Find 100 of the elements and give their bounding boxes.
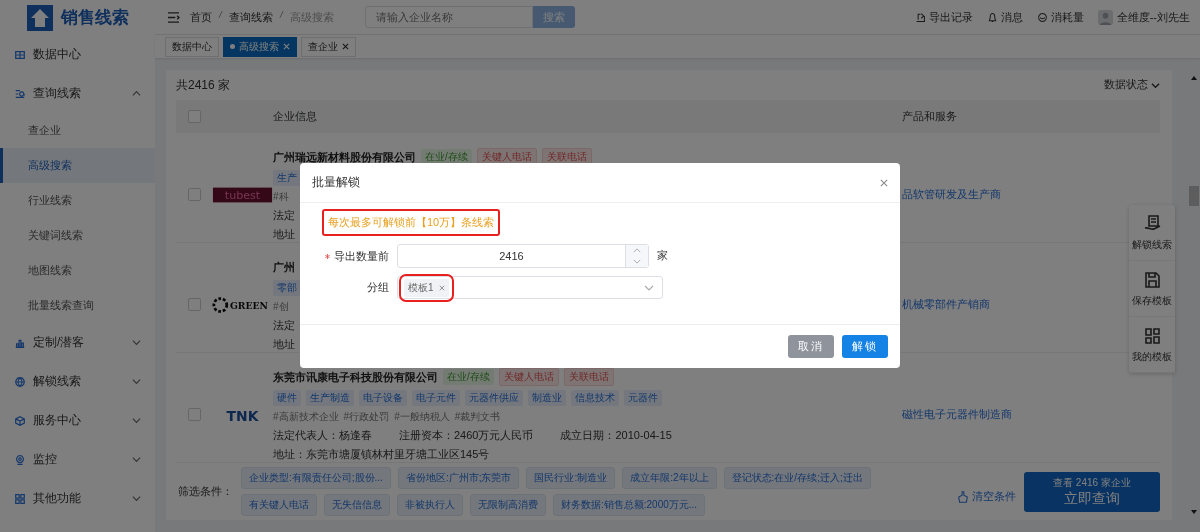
filter-chip[interactable]: 登记状态:在业/存续;迁入;迁出 [723,467,871,489]
filter-chip[interactable]: 无限制高消费 [470,494,546,516]
chevron-icon [1151,80,1160,90]
industry-tag: 元器件 [624,389,662,406]
column-header: 企业信息 [273,109,318,124]
toolbar-link[interactable]: 消耗量 [1036,9,1084,25]
sidebar-item[interactable]: 其他功能 [0,479,155,518]
filter-chip[interactable]: 财务数据:销售总额:2000万元... [553,494,706,516]
side-panel-button[interactable]: 保存模板 [1129,261,1175,317]
sidebar-subitem[interactable]: 查企业 [0,113,155,148]
company-name[interactable]: 东莞市讯康电子科技股份有限公司 [273,369,438,385]
globe-icon [14,375,26,388]
side-panel-button[interactable]: 我的模板 [1129,317,1175,373]
industry-tag: 生产 [273,169,301,186]
number-field[interactable]: 2416 [397,244,649,268]
sidebar-subitem[interactable]: 关键词线索 [0,218,155,253]
required-icon [325,253,330,259]
select-field[interactable]: 模板1 [397,276,663,299]
company-detail: 法定 [273,318,295,333]
sidebar-item[interactable]: 监控 [0,440,155,479]
sidebar-subitem[interactable]: 高级搜索 [0,148,155,183]
company-name[interactable]: 广州瑞远新材料股份有限公司 [273,149,416,165]
filter-chip[interactable]: 成立年限:2年以上 [622,467,717,489]
company-detail: 成立日期：2010-04-15 [560,428,672,443]
export-icon [914,11,926,23]
query-button[interactable]: 查看 2416 家企业 立即查询 [1024,471,1160,512]
sidebar-subitem[interactable]: 行业线索 [0,183,155,218]
menu-icon[interactable] [167,11,180,23]
remove-icon[interactable] [438,284,445,291]
company-address: 地址：东莞市塘厦镇林村里牙塘工业区145号 [273,447,490,462]
result-count: 共2416 家 [176,76,231,94]
cube-icon [14,414,26,427]
chevron-icon [132,494,141,503]
close-icon[interactable] [880,178,888,187]
field-label: 导出数量前 [334,248,389,264]
filter-chip[interactable]: 非被执行人 [397,494,463,516]
apps-icon [1142,325,1162,346]
product-text: 品软管研发及生产商 [902,188,1001,200]
filter-chip[interactable]: 企业类型:有限责任公司;股份... [241,467,391,489]
breadcrumb-link[interactable]: 首页 [190,9,212,25]
company-name[interactable]: 广州 [273,259,295,275]
chevron-icon [132,338,141,347]
webcam-icon [14,453,26,466]
breadcrumb-separator-icon [279,9,284,19]
sidebar-item[interactable]: 服务中心 [0,401,155,440]
checkbox[interactable] [187,408,201,421]
sidebar-item[interactable]: 定制/潜客 [0,323,155,362]
industry-tag: 元器件供应 [465,389,523,406]
sidebar-subitem[interactable]: 地图线索 [0,253,155,288]
toolbar-link[interactable]: 消息 [986,9,1023,25]
tab[interactable]: 高级搜索 [223,36,297,57]
filter-chip[interactable]: 国民行业:制造业 [526,467,616,489]
chevron-icon [132,416,141,425]
filter-chip[interactable]: 省份地区:广州市;东莞市 [397,467,520,489]
industry-tag: 零部 [273,279,301,296]
notice-text: 每次最多可解锁前【10万】条线索 [322,209,501,236]
unit-label: 家 [657,249,668,263]
sidebar-subitem[interactable]: 批量线索查询 [0,288,155,323]
industry-tag: 信息技术 [571,389,619,406]
status-tag: 在业/存续 [443,369,494,385]
phone-tag: 关联电话 [563,368,614,386]
unlock-button[interactable]: 解锁 [842,335,888,358]
close-icon[interactable] [342,43,349,50]
industry-tag: 电子设备 [359,389,407,406]
cancel-button[interactable]: 取消 [788,335,834,358]
industry-tag: 硬件 [273,389,301,406]
decrement-icon[interactable] [633,259,641,264]
checkbox[interactable] [187,298,201,311]
search-list-icon [14,87,26,100]
app-title: 销售线索 [60,7,129,29]
logo-icon [26,4,53,31]
breadcrumb-link[interactable]: 查询线索 [229,9,273,25]
clear-filters-link[interactable]: 清空条件 [957,489,1016,504]
chevron-icon [132,377,141,386]
company-address: 地址 [273,227,295,242]
toolbar-link[interactable]: 导出记录 [914,9,973,25]
tab[interactable]: 查企业 [301,36,356,57]
field-label: 分组 [367,280,389,295]
company-detail: 注册资本：2460万元人民币 [399,428,534,443]
dialog-title: 批量解锁 [312,174,360,191]
sidebar-item[interactable]: 解锁线索 [0,362,155,401]
checkbox[interactable] [187,188,201,201]
increment-icon[interactable] [633,248,641,253]
industry-tag: 生产制造 [306,389,354,406]
avatar-icon[interactable] [1097,9,1113,25]
hashtag: #高新技术企业 [273,409,339,424]
tab[interactable]: 数据中心 [165,36,219,57]
filter-chip[interactable]: 无失信信息 [324,494,390,516]
product-text: 机械零部件产销商 [902,298,990,310]
status-dropdown[interactable]: 数据状态 [1104,78,1160,92]
caret-icon [644,284,654,291]
sidebar-item[interactable]: 查询线索 [0,74,155,113]
sidebar-item[interactable]: 数据中心 [0,35,155,74]
checkbox[interactable] [187,110,201,123]
phone-tag: 关键人电话 [498,368,559,386]
hashtag: #科 [273,189,289,204]
filter-chip[interactable]: 有关键人电话 [241,494,317,516]
side-panel-button[interactable]: 解锁线索 [1129,205,1175,261]
save-icon [1142,269,1162,290]
user-name[interactable]: 全维度--刘先生 [1116,9,1190,25]
